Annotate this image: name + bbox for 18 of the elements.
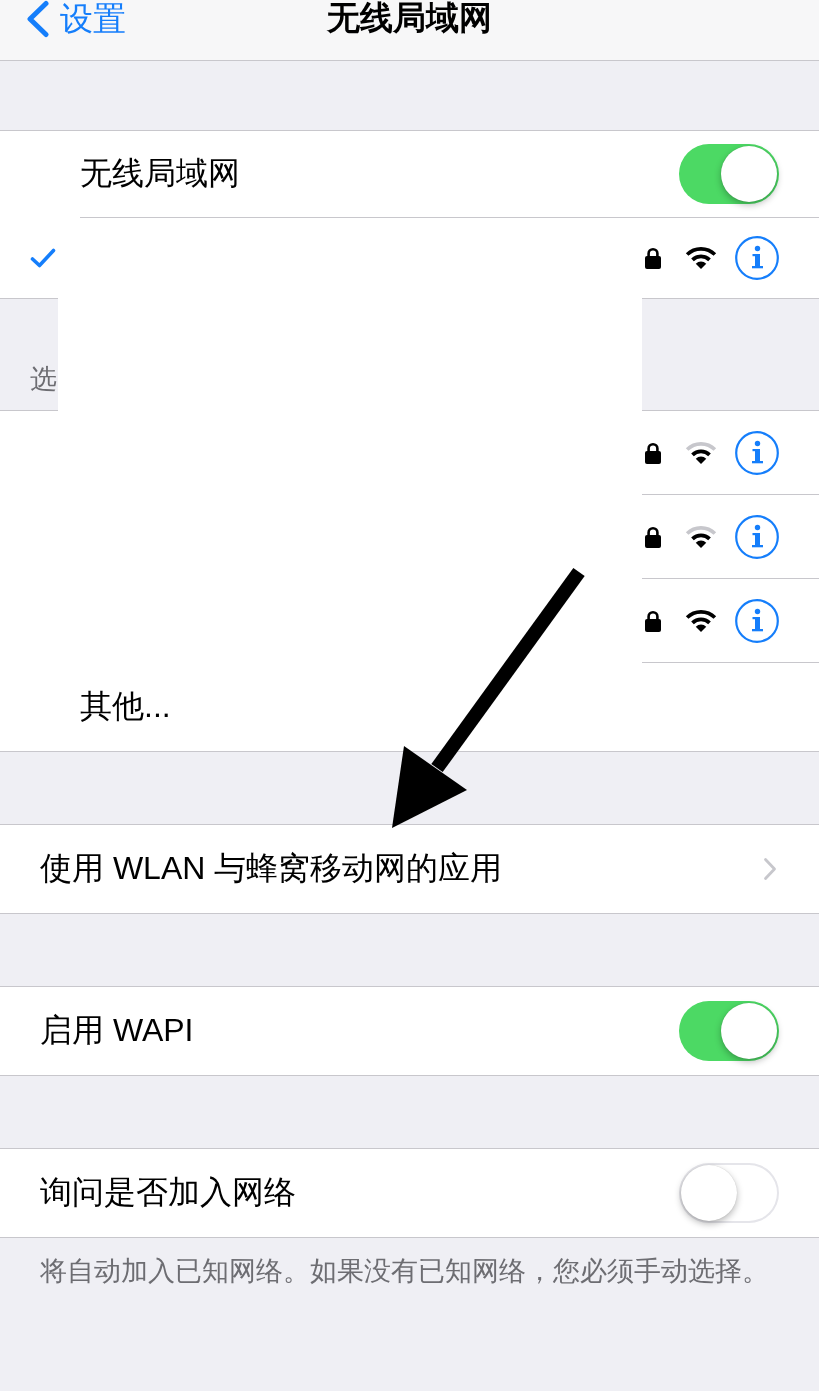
setting-label: 启用 WAPI xyxy=(40,1011,194,1050)
toggle-switch[interactable] xyxy=(679,144,779,204)
setting-label: 询问是否加入网络 xyxy=(40,1173,296,1212)
info-icon[interactable] xyxy=(735,514,779,559)
list-item[interactable]: 使用 WLAN 与蜂窝移动网的应用 xyxy=(0,825,819,913)
back-button[interactable]: 设置 xyxy=(25,0,126,38)
section-header: 选 xyxy=(30,363,57,396)
info-icon[interactable] xyxy=(735,430,779,475)
info-icon[interactable] xyxy=(735,598,779,643)
other-network-item[interactable]: 其他... xyxy=(80,685,171,729)
toggle-switch[interactable] xyxy=(679,1163,779,1223)
info-icon[interactable] xyxy=(735,236,779,280)
footer-note: 将自动加入已知网络。如果没有已知网络，您必须手动选择。 xyxy=(40,1256,769,1286)
toggle-switch[interactable] xyxy=(679,1001,779,1061)
back-chevron-icon xyxy=(25,0,50,38)
setting-label: 无线局域网 xyxy=(80,154,240,193)
page-title: 无线局域网 xyxy=(327,0,492,37)
chevron-right-icon xyxy=(763,857,777,881)
